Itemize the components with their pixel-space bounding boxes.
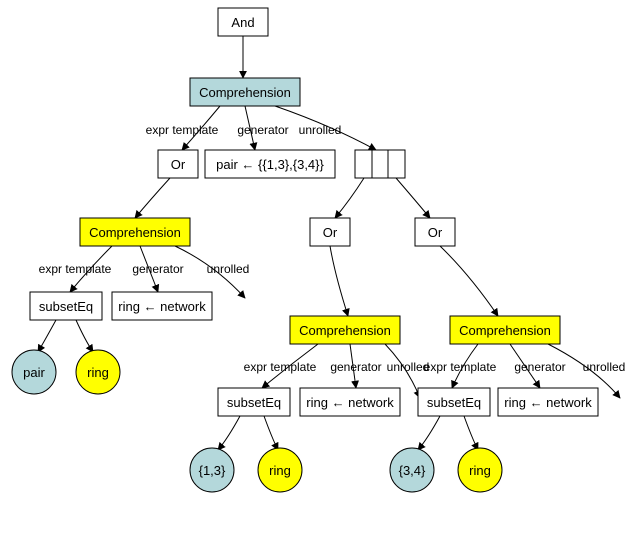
node-comp1: Comprehension	[190, 78, 300, 106]
node-or1: Or	[158, 150, 198, 178]
gen1-label: pair ← {{1,3},{3,4}}	[216, 157, 324, 172]
node-and: And	[218, 8, 268, 36]
subset4-label: subsetEq	[427, 395, 481, 410]
pair-label: pair	[23, 365, 45, 380]
comp2-label: Comprehension	[89, 225, 181, 240]
edge	[38, 320, 56, 352]
node-subset4: subsetEq	[418, 388, 490, 416]
gen3-label: ring ← network	[306, 395, 394, 410]
edge	[396, 178, 430, 218]
edge-label: generator	[132, 262, 183, 276]
subset3-label: subsetEq	[227, 395, 281, 410]
edge	[330, 246, 348, 316]
edge	[440, 246, 498, 316]
set13-label: {1,3}	[199, 463, 226, 478]
node-subset1: subsetEq	[30, 292, 102, 320]
edge	[418, 416, 440, 450]
node-gen3: ring ← network	[300, 388, 400, 416]
node-set34: {3,4}	[390, 448, 434, 492]
and-label: And	[231, 15, 254, 30]
ring4-label: ring	[469, 463, 491, 478]
ring1-label: ring	[87, 365, 109, 380]
ring3-label: ring	[269, 463, 291, 478]
edge	[218, 416, 240, 450]
node-or3: Or	[415, 218, 455, 246]
node-gen1: pair ← {{1,3},{3,4}}	[205, 150, 335, 178]
edge	[264, 416, 278, 450]
edge-label: generator	[237, 123, 288, 137]
node-comp2: Comprehension	[80, 218, 190, 246]
edge-label: expr template	[39, 262, 112, 276]
edge	[135, 178, 170, 218]
edge-label: generator	[330, 360, 381, 374]
comp3-label: Comprehension	[299, 323, 391, 338]
or2-label: Or	[323, 225, 338, 240]
gen4-label: ring ← network	[504, 395, 592, 410]
comp4-label: Comprehension	[459, 323, 551, 338]
node-pair: pair	[12, 350, 56, 394]
subset1-label: subsetEq	[39, 299, 93, 314]
edge-label: unrolled	[583, 360, 626, 374]
or3-label: Or	[428, 225, 443, 240]
node-gen4: ring ← network	[498, 388, 598, 416]
node-ring1: ring	[76, 350, 120, 394]
node-set13: {1,3}	[190, 448, 234, 492]
tree-diagram: And Comprehension expr template generato…	[0, 0, 640, 536]
edge-label: expr template	[244, 360, 317, 374]
edge-label: expr template	[146, 123, 219, 137]
comp1-label: Comprehension	[199, 85, 291, 100]
node-ring4: ring	[458, 448, 502, 492]
node-or2: Or	[310, 218, 350, 246]
node-comp3: Comprehension	[290, 316, 400, 344]
edge	[76, 320, 93, 352]
node-gen2: ring ← network	[112, 292, 212, 320]
edge	[464, 416, 478, 450]
or1-label: Or	[171, 157, 186, 172]
node-ring3: ring	[258, 448, 302, 492]
set34-label: {3,4}	[399, 463, 426, 478]
edge	[335, 178, 364, 218]
node-unrolled-record	[355, 150, 405, 178]
node-comp4: Comprehension	[450, 316, 560, 344]
node-subset3: subsetEq	[218, 388, 290, 416]
gen2-label: ring ← network	[118, 299, 206, 314]
